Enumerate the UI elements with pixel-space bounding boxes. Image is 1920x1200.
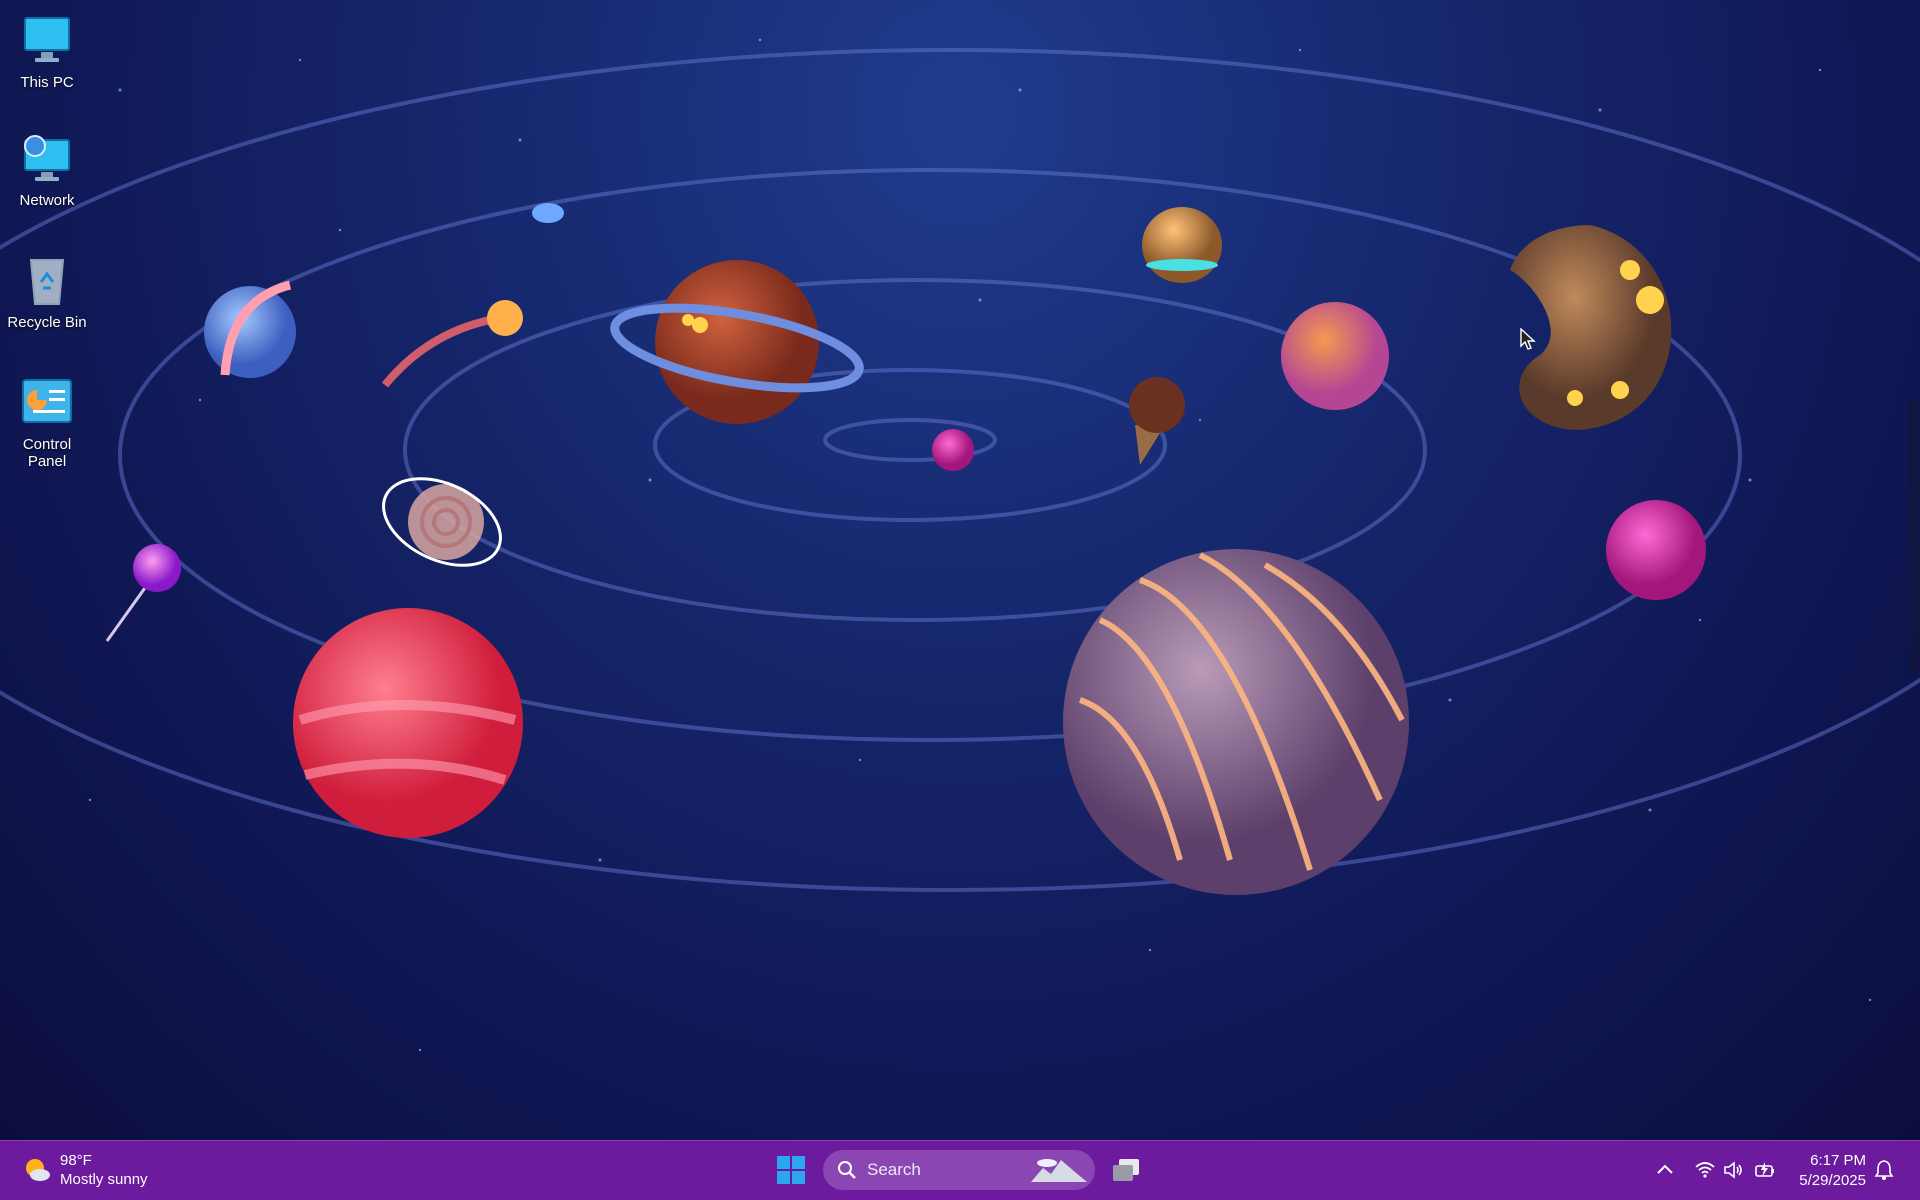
speaker-icon[interactable] xyxy=(1722,1159,1744,1181)
search-placeholder: Search xyxy=(867,1160,921,1179)
wifi-icon[interactable] xyxy=(1694,1159,1716,1181)
weather-widget[interactable]: 98°F Mostly sunny xyxy=(22,1151,148,1189)
search-highlight-image xyxy=(1031,1159,1087,1182)
desktop-icon-label: Network xyxy=(19,192,75,209)
taskbar: 98°F Mostly sunny Search 6:17 PM 5/29/20… xyxy=(0,1140,1920,1200)
desktop-icon-label: Control Panel xyxy=(22,436,72,470)
chevron-up-icon[interactable] xyxy=(1654,1159,1676,1181)
weather-temp: 98°F xyxy=(60,1152,92,1169)
monitor-icon xyxy=(24,17,70,62)
wallpaper xyxy=(0,38,1920,1052)
desktop-icon-recycle-bin[interactable]: Recycle Bin xyxy=(2,252,92,331)
recycle-bin-icon xyxy=(29,259,65,305)
desktop[interactable]: This PC Network Recycle Bin Control Pane… xyxy=(0,0,1920,1140)
battery-charging-icon[interactable] xyxy=(1754,1159,1776,1181)
desktop-icon-label: Recycle Bin xyxy=(7,314,87,331)
bell-icon[interactable] xyxy=(1874,1159,1894,1181)
clock-date: 5/29/2025 xyxy=(1799,1172,1866,1189)
search-icon xyxy=(838,1161,856,1179)
control-panel-icon xyxy=(22,379,72,423)
clock-time: 6:17 PM xyxy=(1810,1152,1866,1169)
network-icon xyxy=(24,135,70,181)
weather-condition: Mostly sunny xyxy=(60,1171,148,1188)
desktop-icon-label: This PC xyxy=(20,74,74,91)
task-view-button[interactable] xyxy=(1110,1156,1142,1186)
desktop-edge-handle xyxy=(1909,398,1920,672)
sun-cloud-icon xyxy=(26,1159,50,1181)
desktop-icon-this-pc[interactable]: This PC xyxy=(2,12,92,91)
mouse-pointer-icon xyxy=(1520,328,1536,350)
search-box[interactable]: Search xyxy=(823,1150,1095,1190)
desktop-icon-network[interactable]: Network xyxy=(2,130,92,209)
start-button[interactable] xyxy=(776,1155,806,1185)
desktop-icon-control-panel[interactable]: Control Panel xyxy=(2,374,92,470)
system-clock[interactable]: 6:17 PM 5/29/2025 xyxy=(1790,1151,1866,1191)
